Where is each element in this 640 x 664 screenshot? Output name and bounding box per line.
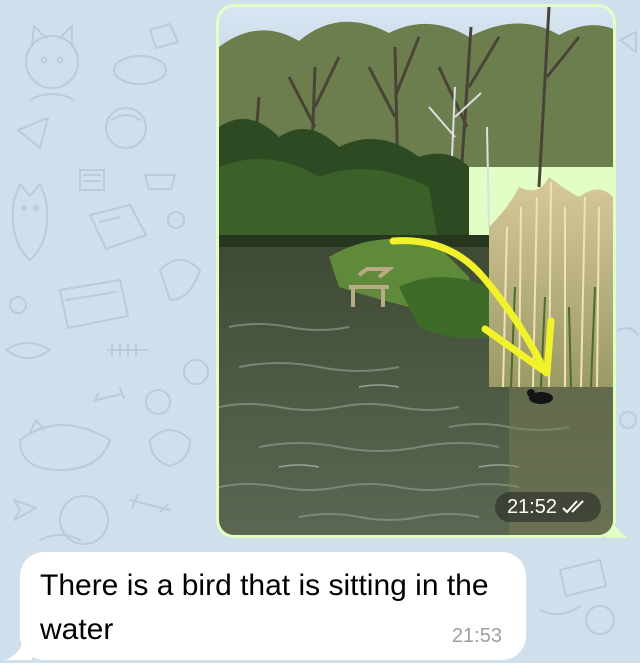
paw-doodle-icon-2 xyxy=(9,296,27,314)
cat-head-doodle-icon xyxy=(149,429,191,467)
paper-plane-doodle-icon xyxy=(17,117,49,149)
cat-face-doodle-icon xyxy=(159,259,201,301)
ball-doodle-icon-2 xyxy=(585,605,615,635)
basket-doodle-icon xyxy=(59,279,129,329)
fishbone-doodle-icon xyxy=(107,343,149,357)
lying-cat-doodle-icon xyxy=(19,419,111,471)
fish-doodle-icon xyxy=(113,55,167,85)
fishbone-doodle-icon-2 xyxy=(129,493,171,513)
message-text: There is a bird that is sitting in the w… xyxy=(40,569,489,646)
sitting-cat-doodle-icon xyxy=(11,183,49,261)
bowl-doodle-icon xyxy=(144,174,176,190)
notebook-doodle-icon xyxy=(79,169,105,191)
paw-doodle-icon xyxy=(167,211,185,229)
paper-plane-doodle-icon-2 xyxy=(13,499,37,521)
photo-time-badge: 21:52 xyxy=(494,492,601,522)
plane-doodle-icon-3 xyxy=(619,31,637,53)
fish-round-doodle-icon xyxy=(145,389,171,415)
house-doodle-icon xyxy=(89,204,147,250)
pond-photo[interactable]: 21:52 xyxy=(219,7,613,535)
bone-doodle-icon xyxy=(93,387,125,403)
photo-time: 21:52 xyxy=(506,495,557,518)
outgoing-photo-message[interactable]: 21:52 xyxy=(216,4,616,538)
tag-doodle-icon xyxy=(559,559,607,597)
cat-doodle-icon xyxy=(25,25,79,101)
food-doodle-icon xyxy=(5,342,51,359)
incoming-text-message[interactable]: There is a bird that is sitting in the w… xyxy=(20,552,526,660)
yarn-doodle-icon xyxy=(59,495,109,545)
message-time: 21:53 xyxy=(451,625,502,647)
ball-doodle-icon xyxy=(183,359,209,385)
cake-doodle-icon xyxy=(149,23,179,49)
double-check-icon xyxy=(562,500,584,514)
